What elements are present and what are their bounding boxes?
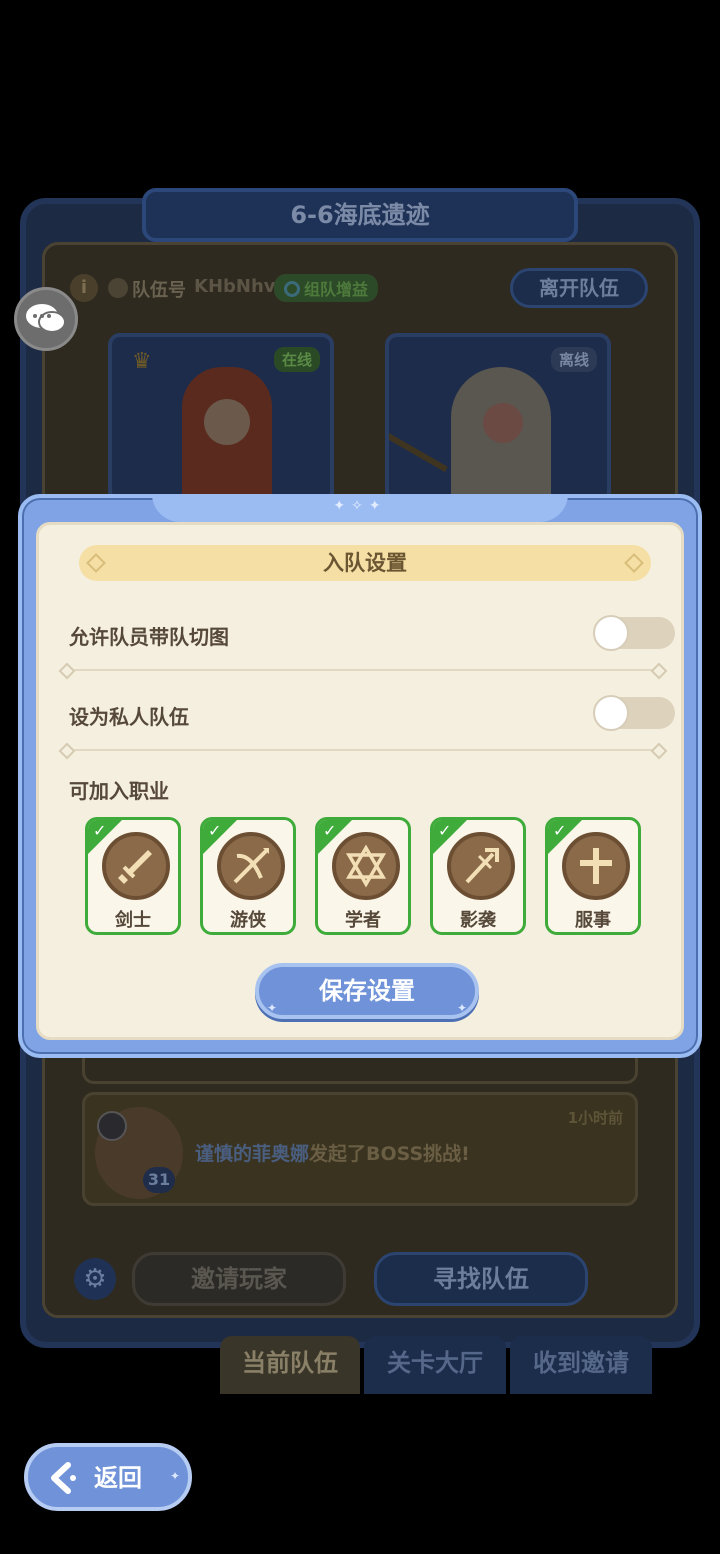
team-id-value: KHbNhv: [194, 276, 276, 297]
sparkle-icon: ✦: [456, 1001, 467, 1015]
job-card-priest[interactable]: ✓ 服事: [545, 817, 641, 935]
staff-icon: [389, 431, 448, 473]
tab-stage-lobby[interactable]: 关卡大厅: [364, 1336, 506, 1394]
save-settings-label: 保存设置: [319, 977, 415, 1005]
checkmark-icon: ✓: [323, 821, 337, 840]
message-time: 1小时前: [567, 1109, 623, 1127]
checkmark-icon: ✓: [438, 821, 452, 840]
info-icon[interactable]: i: [70, 274, 98, 302]
job-label: 学者: [345, 910, 381, 931]
job-card-scholar[interactable]: ✓ 学者: [315, 817, 411, 935]
option-allow-map-switch-label: 允许队员带队切图: [69, 625, 229, 649]
tab-received-invites[interactable]: 收到邀请: [510, 1336, 652, 1394]
option-private-team-label: 设为私人队伍: [69, 705, 189, 729]
back-button-label: 返回: [94, 1464, 142, 1492]
toggle-knob: [593, 615, 629, 651]
cross-icon: [562, 832, 630, 900]
toggle-knob: [593, 695, 629, 731]
modal-title: 入队设置: [323, 551, 407, 575]
leave-team-button[interactable]: 离开队伍: [510, 268, 648, 308]
save-settings-button[interactable]: ✦ 保存设置 ✦: [255, 963, 479, 1019]
back-arrow-icon: [51, 1462, 76, 1494]
diamond-ornament-icon: [86, 553, 106, 573]
checkmark-icon: ✓: [93, 821, 107, 840]
option-private-team-toggle[interactable]: [593, 695, 675, 731]
player-level: 31: [143, 1167, 175, 1193]
modal-title-bar: 入队设置: [79, 545, 651, 581]
chat-button[interactable]: [14, 287, 78, 351]
notch-ornament-icon: ✦✧✦: [333, 498, 387, 514]
member-status: 在线: [273, 347, 320, 372]
sparkle-icon: ✦: [267, 1001, 278, 1015]
crossbow-icon: [217, 832, 285, 900]
modal-content: 入队设置 允许队员带队切图 设为私人队伍 可加入职业 ✓ 剑士 ✓ 游侠 ✓ 学…: [36, 522, 684, 1040]
member-card-1[interactable]: ♛ 在线: [108, 333, 334, 503]
job-label: 服事: [575, 910, 611, 931]
modal-notch: ✦✧✦: [152, 494, 568, 522]
checkmark-icon: ✓: [208, 821, 222, 840]
diamond-ornament-icon: [624, 553, 644, 573]
job-card-shadow[interactable]: ✓ 影袭: [430, 817, 526, 935]
back-button[interactable]: 返回 ✦: [24, 1443, 192, 1511]
job-label: 剑士: [115, 910, 151, 931]
team-buff-label: 组队增益: [304, 280, 369, 299]
job-label: 影袭: [460, 910, 496, 931]
hexagram-icon: [332, 832, 400, 900]
job-card-swordsman[interactable]: ✓ 剑士: [85, 817, 181, 935]
crown-icon: ♛: [132, 349, 152, 374]
option-allow-map-switch-toggle[interactable]: [593, 615, 675, 651]
invite-player-button[interactable]: 邀请玩家: [132, 1252, 346, 1306]
divider: [69, 669, 657, 671]
team-buff-icon: [284, 281, 300, 297]
join-settings-modal: ✦✧✦ 入队设置 允许队员带队切图 设为私人队伍 可加入职业 ✓ 剑士 ✓ 游侠…: [18, 494, 702, 1058]
sword-icon: [102, 832, 170, 900]
team-id-label: 队伍号: [132, 280, 186, 301]
team-id-icon: [108, 278, 128, 298]
player-name[interactable]: 谨慎的菲奥娜: [195, 1143, 309, 1165]
trident-icon: [447, 832, 515, 900]
sparkle-icon: ✦: [169, 1469, 180, 1483]
team-buff-badge[interactable]: 组队增益: [274, 274, 379, 302]
message-text: 谨慎的菲奥娜发起了BOSS挑战!: [195, 1139, 470, 1166]
jobs-section-label: 可加入职业: [69, 779, 169, 803]
message-row: 1小时前 31 谨慎的菲奥娜发起了BOSS挑战!: [82, 1092, 638, 1206]
chat-icon: [26, 304, 66, 333]
member-avatar-face: [204, 399, 250, 445]
avatar-badge-icon: [97, 1111, 127, 1141]
member-avatar-face: [483, 403, 523, 443]
member-status: 离线: [550, 347, 597, 372]
divider: [69, 749, 657, 751]
checkmark-icon: ✓: [553, 821, 567, 840]
member-card-2[interactable]: 离线: [385, 333, 611, 503]
find-team-button[interactable]: 寻找队伍: [374, 1252, 588, 1306]
tab-current-team[interactable]: 当前队伍: [220, 1336, 360, 1394]
job-card-ranger[interactable]: ✓ 游侠: [200, 817, 296, 935]
settings-gear-icon[interactable]: ⚙: [74, 1258, 116, 1300]
message-action: 发起了BOSS挑战!: [309, 1143, 470, 1165]
job-label: 游侠: [230, 910, 266, 931]
stage-title: 6-6海底遗迹: [142, 188, 578, 242]
